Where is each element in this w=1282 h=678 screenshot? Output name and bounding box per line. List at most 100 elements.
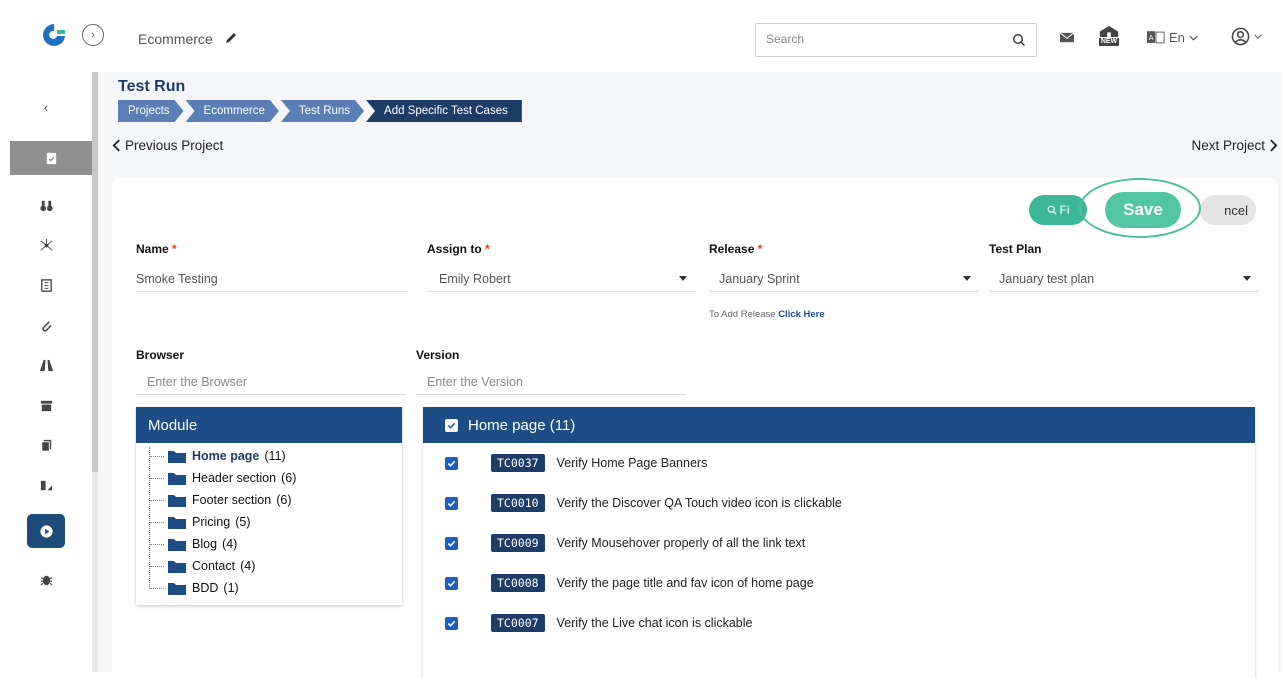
test-case-row[interactable]: TC0008 Verify the page title and fav ico… <box>423 563 1255 603</box>
previous-project-label: Previous Project <box>125 138 224 153</box>
sidebar-item-copy-icon[interactable] <box>27 430 65 460</box>
module-item-pricing[interactable]: Pricing (5) <box>146 511 402 533</box>
chevron-left-icon <box>112 139 120 152</box>
assign-to-select[interactable]: Emily Robert <box>427 266 695 292</box>
previous-project-link[interactable]: Previous Project <box>112 138 223 153</box>
sidebar-item-network-icon[interactable] <box>27 230 65 260</box>
module-item-blog[interactable]: Blog (4) <box>146 533 402 555</box>
version-input[interactable]: Enter the Version <box>416 369 686 395</box>
test-case-row[interactable]: TC0007 Verify the Live chat icon is clic… <box>423 603 1255 643</box>
breadcrumb: Projects Ecommerce Test Runs Add Specifi… <box>118 100 524 122</box>
module-panel: Module Home page (11) Header section (6) F… <box>136 407 402 605</box>
test-case-title: Verify Home Page Banners <box>556 456 708 470</box>
sidebar-item-bug-icon[interactable] <box>27 564 65 594</box>
browser-input[interactable]: Enter the Browser <box>136 369 406 395</box>
page-title: Test Run <box>118 78 186 95</box>
test-case-id: TC0010 <box>491 494 545 512</box>
browser-label: Browser <box>136 348 185 362</box>
folder-icon <box>168 516 186 529</box>
test-case-checkbox[interactable] <box>445 536 458 550</box>
module-panel-title: Module <box>136 407 402 443</box>
test-case-row[interactable]: TC0010 Verify the Discover QA Touch vide… <box>423 483 1255 523</box>
mail-icon[interactable] <box>1058 30 1076 44</box>
test-case-title: Verify Mousehover properly of all the li… <box>556 536 806 550</box>
breadcrumb-add-specific-test-cases: Add Specific Test Cases <box>366 100 522 122</box>
next-project-link[interactable]: Next Project <box>1191 138 1278 153</box>
cancel-button[interactable]: ncel <box>1200 195 1256 225</box>
caret-down-icon <box>963 276 971 281</box>
sidebar-item-archive-icon[interactable] <box>27 390 65 420</box>
translate-icon: A <box>1147 31 1165 44</box>
find-button[interactable]: Fi <box>1029 195 1087 225</box>
language-selector[interactable]: A En <box>1147 30 1198 45</box>
module-item-contact[interactable]: Contact (4) <box>146 555 402 577</box>
test-case-id: TC0008 <box>491 574 545 592</box>
test-run-form-card: Fi ncel Save Name * Smoke Testing Assign… <box>112 178 1278 678</box>
test-case-row[interactable]: TC0009 Verify Mousehover properly of all… <box>423 523 1255 563</box>
search-box <box>755 23 1037 57</box>
test-case-checkbox[interactable] <box>445 496 458 510</box>
sidebar-item-testrun-icon[interactable] <box>27 514 65 548</box>
save-button[interactable]: Save <box>1105 192 1181 228</box>
sidebar-item-binoculars-icon[interactable] <box>27 190 65 220</box>
test-case-id: TC0007 <box>491 614 545 632</box>
sidebar-item-road-icon[interactable] <box>27 350 65 380</box>
chevron-right-icon <box>1270 139 1278 152</box>
breadcrumb-projects[interactable]: Projects <box>118 100 184 122</box>
folder-icon <box>168 538 186 551</box>
sidebar-item-testcase-icon[interactable] <box>10 141 92 175</box>
breadcrumb-ecommerce[interactable]: Ecommerce <box>186 100 279 122</box>
main-content: Test Run Projects Ecommerce Test Runs Ad… <box>98 72 1282 678</box>
module-item-footer-section[interactable]: Footer section (6) <box>146 489 402 511</box>
sidebar-item-attachment-icon[interactable] <box>27 310 65 340</box>
sidebar-collapse-icon[interactable]: ‹ <box>27 92 65 122</box>
top-header: › Ecommerce NEW A En <box>0 0 1282 72</box>
new-badge: NEW <box>1098 37 1120 46</box>
folder-icon <box>168 560 186 573</box>
chevron-down-icon <box>1253 34 1262 39</box>
test-case-panel-header: Home page (11) <box>423 407 1255 443</box>
release-label: Release * <box>709 242 763 256</box>
sidebar: ‹ <box>0 0 92 672</box>
test-case-checkbox[interactable] <box>445 576 458 590</box>
user-avatar-icon <box>1231 27 1249 45</box>
folder-icon <box>168 450 186 463</box>
find-button-label: Fi <box>1059 203 1070 217</box>
sidebar-expand-icon[interactable]: › <box>82 24 104 46</box>
module-item-bdd[interactable]: BDD (1) <box>146 577 402 599</box>
test-case-id: TC0037 <box>491 454 545 472</box>
search-input[interactable] <box>766 32 996 46</box>
module-item-home-page[interactable]: Home page (11) <box>146 445 402 467</box>
test-case-panel-title: Home page (11) <box>468 416 576 434</box>
sidebar-item-report-icon[interactable] <box>27 470 65 500</box>
test-case-title: Verify the page title and fav icon of ho… <box>556 576 814 590</box>
release-helper-text: To Add Release Click Here <box>709 309 825 320</box>
caret-down-icon <box>1243 276 1251 281</box>
select-all-checkbox[interactable] <box>445 418 458 432</box>
test-case-panel: Home page (11) TC0037 Verify Home Page B… <box>423 407 1255 678</box>
test-plan-label: Test Plan <box>989 242 1042 256</box>
test-case-checkbox[interactable] <box>445 616 458 630</box>
test-case-row[interactable]: TC0037 Verify Home Page Banners <box>423 443 1255 483</box>
release-select[interactable]: January Sprint <box>709 266 979 292</box>
module-item-header-section[interactable]: Header section (6) <box>146 467 402 489</box>
add-release-link[interactable]: Click Here <box>778 309 824 320</box>
name-field[interactable]: Smoke Testing <box>136 266 408 292</box>
breadcrumb-test-runs[interactable]: Test Runs <box>281 100 364 122</box>
assign-to-label: Assign to * <box>427 242 490 256</box>
folder-icon <box>168 472 186 485</box>
test-case-title: Verify the Discover QA Touch video icon … <box>556 496 842 510</box>
module-tree: Home page (11) Header section (6) Footer s… <box>136 443 402 599</box>
caret-down-icon <box>679 276 687 281</box>
test-plan-select[interactable]: January test plan <box>989 266 1259 292</box>
folder-icon <box>168 582 186 595</box>
chevron-down-icon <box>1189 35 1198 41</box>
edit-pencil-icon[interactable] <box>224 31 238 45</box>
whats-new-icon[interactable]: NEW <box>1094 22 1124 48</box>
test-case-checkbox[interactable] <box>445 456 458 470</box>
user-menu[interactable] <box>1226 25 1266 47</box>
version-label: Version <box>416 348 460 362</box>
sidebar-item-document-icon[interactable] <box>27 270 65 300</box>
search-icon[interactable] <box>1012 33 1026 47</box>
language-label: En <box>1169 30 1185 45</box>
